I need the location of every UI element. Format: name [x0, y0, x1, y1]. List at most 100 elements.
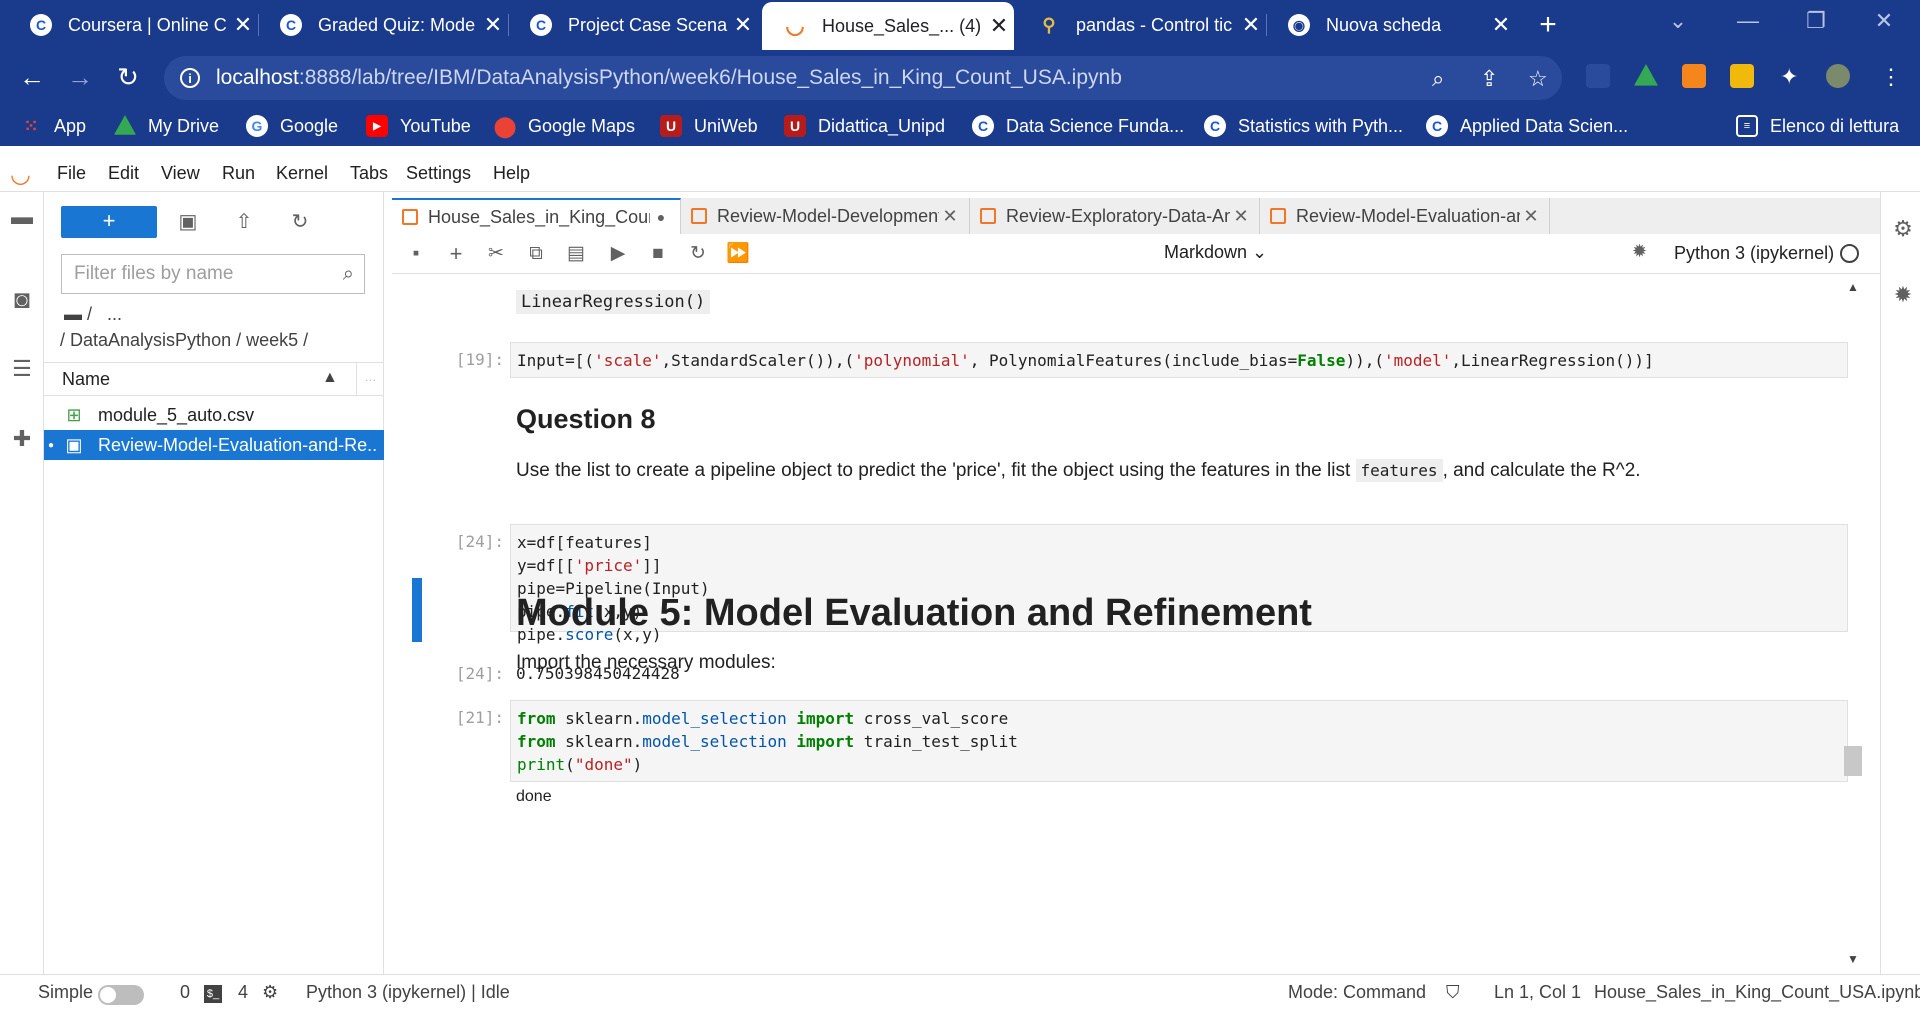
bookmark-google-maps[interactable]: ⬤ Google Maps [494, 112, 635, 140]
code-cell-input[interactable]: Input=[('scale',StandardScaler()),('poly… [510, 342, 1848, 378]
bookmark-statistics[interactable]: C Statistics with Pyth... [1204, 112, 1403, 140]
notebook-content[interactable]: LinearRegression() [19]: Input=[('scale'… [392, 274, 1868, 974]
close-icon[interactable]: ✕ [478, 12, 508, 38]
browser-tab[interactable]: C Graded Quiz: Mode ✕ [258, 0, 508, 50]
bookmark-uniweb[interactable]: U UniWeb [660, 112, 758, 140]
folder-icon[interactable]: ▬ [64, 304, 82, 324]
close-icon[interactable]: ✕ [1230, 206, 1252, 227]
kernel-sessions-icon[interactable]: ⚙ [262, 982, 278, 1003]
bookmark-app[interactable]: ⁙ App [20, 112, 86, 140]
new-launcher-button[interactable]: + [61, 206, 157, 238]
drive-extension-icon[interactable] [1634, 64, 1658, 86]
simple-mode-toggle[interactable] [98, 985, 144, 1005]
new-folder-icon[interactable]: ▣ [172, 206, 204, 238]
bookmark-my-drive[interactable]: My Drive [114, 112, 219, 140]
stop-icon[interactable]: ■ [644, 240, 672, 268]
window-close-icon[interactable]: ✕ [1864, 8, 1904, 34]
new-tab-button[interactable]: + [1530, 8, 1566, 44]
property-inspector-icon[interactable]: ⚙ [1889, 216, 1917, 244]
menu-file[interactable]: File [57, 163, 86, 184]
debugger-icon[interactable]: ✹ [1632, 241, 1647, 262]
binance-icon[interactable] [1730, 64, 1754, 88]
share-icon[interactable]: ⇪ [1480, 66, 1498, 92]
kernel-status[interactable]: Python 3 (ipykernel) | Idle [306, 982, 510, 1003]
menu-tabs[interactable]: Tabs [350, 163, 388, 184]
upload-icon[interactable]: ⇧ [228, 206, 260, 238]
menu-help[interactable]: Help [493, 163, 530, 184]
close-icon[interactable]: ✕ [1520, 206, 1542, 227]
menu-kernel[interactable]: Kernel [276, 163, 328, 184]
browser-tab-active[interactable]: ◡ House_Sales_... (4) ✕ [762, 2, 1014, 50]
filter-files-input[interactable]: Filter files by name ⌕ [61, 254, 365, 294]
cell-type-select[interactable]: Markdown ⌄ [1164, 242, 1267, 263]
notebook-scrollbar[interactable] [1850, 276, 1866, 970]
reload-icon[interactable]: ↻ [110, 60, 146, 96]
site-info-icon[interactable]: i [180, 68, 200, 88]
metamask-icon[interactable] [1682, 64, 1706, 88]
scroll-up-icon[interactable]: ▲ [1847, 280, 1859, 294]
browser-tab[interactable]: C Project Case Scenar ✕ [508, 0, 758, 50]
menu-run[interactable]: Run [222, 163, 255, 184]
insert-cell-icon[interactable]: + [442, 240, 470, 268]
menu-edit[interactable]: Edit [108, 163, 139, 184]
bookmark-applied[interactable]: C Applied Data Scien... [1426, 112, 1628, 140]
menu-settings[interactable]: Settings [406, 163, 471, 184]
scroll-down-icon[interactable]: ▼ [1847, 952, 1859, 966]
tab-search-icon[interactable]: ⌄ [1658, 8, 1698, 34]
menu-view[interactable]: View [161, 163, 200, 184]
reading-list-button[interactable]: ≡ Elenco di lettura [1736, 112, 1899, 140]
browser-tab[interactable]: ⚲ pandas - Control tic ✕ [1016, 0, 1266, 50]
run-icon[interactable]: ▶ [604, 240, 632, 268]
close-icon[interactable]: ✕ [728, 12, 758, 38]
paste-icon[interactable]: ▤ [562, 240, 590, 268]
profile-avatar[interactable] [1826, 64, 1850, 88]
close-icon[interactable]: ✕ [1236, 12, 1266, 38]
cut-icon[interactable]: ✂ [482, 240, 510, 268]
minimize-icon[interactable]: — [1728, 8, 1768, 34]
close-icon[interactable]: ✕ [228, 12, 258, 38]
file-item[interactable]: ⊞ module_5_auto.csv [44, 400, 384, 430]
browser-tab[interactable]: C Coursera | Online C ✕ [8, 0, 258, 50]
extension-manager-icon[interactable]: ✚ [8, 426, 36, 454]
code-cell-input[interactable]: from sklearn.model_selection import cros… [510, 700, 1848, 782]
column-name[interactable]: Name [62, 369, 110, 390]
copy-icon[interactable]: ⧉ [522, 240, 550, 268]
terminal-icon[interactable]: $_ [204, 985, 222, 1003]
running-sessions-icon[interactable]: ◙ [8, 284, 36, 314]
fast-forward-icon[interactable]: ⏩ [724, 240, 752, 268]
notebook-tab-active[interactable]: House_Sales_in_King_Count_ ● [392, 198, 681, 234]
forward-icon[interactable]: → [62, 60, 98, 96]
table-of-contents-icon[interactable]: ☰ [8, 356, 36, 384]
cursor-position[interactable]: Ln 1, Col 1 [1494, 982, 1581, 1003]
save-icon[interactable]: ▪ [402, 240, 430, 268]
breadcrumb-path[interactable]: / DataAnalysisPython / week5 / [60, 330, 308, 351]
url-input[interactable]: i localhost:8888/lab/tree/IBM/DataAnalys… [164, 56, 1562, 100]
bookmark-didattica[interactable]: U Didattica_Unipd [784, 112, 945, 140]
refresh-icon[interactable]: ↻ [284, 206, 316, 238]
notebook-tab[interactable]: Review-Exploratory-Data-An ✕ [970, 198, 1260, 234]
column-more-icon[interactable]: … [356, 363, 384, 395]
scrollbar-thumb[interactable] [1844, 746, 1862, 776]
unsaved-dot-icon[interactable]: ● [650, 209, 672, 225]
bookmark-youtube[interactable]: ▶ YouTube [366, 112, 471, 140]
notebook-tab[interactable]: Review-Model-Evaluation-an ✕ [1260, 198, 1550, 234]
breadcrumb-root[interactable]: / [87, 304, 92, 324]
notebook-tab[interactable]: Review-Model-Development ✕ [681, 198, 970, 234]
breadcrumb-more[interactable]: ... [107, 304, 122, 324]
zoom-icon[interactable]: ⌕ [1432, 66, 1444, 92]
browser-tab[interactable]: ◉ Nuova scheda ✕ [1266, 0, 1516, 50]
file-item-selected[interactable]: ● ▣ Review-Model-Evaluation-and-Re... [44, 430, 384, 460]
bookmark-star-icon[interactable]: ☆ [1528, 66, 1548, 92]
kernel-name[interactable]: Python 3 (ipykernel) [1674, 243, 1834, 264]
extension-icon[interactable] [1586, 64, 1610, 88]
debugger-panel-icon[interactable]: ✹ [1889, 282, 1917, 310]
restore-icon[interactable]: ❐ [1796, 8, 1836, 34]
restart-icon[interactable]: ↻ [684, 240, 712, 268]
close-icon[interactable]: ✕ [984, 13, 1014, 39]
extensions-puzzle-icon[interactable]: ✦ [1780, 64, 1798, 90]
back-icon[interactable]: ← [14, 60, 50, 96]
bookmark-data-science[interactable]: C Data Science Funda... [972, 112, 1184, 140]
folder-icon[interactable]: ▬ [8, 204, 36, 232]
close-icon[interactable]: ✕ [939, 206, 961, 227]
sort-ascending-icon[interactable]: ▲ [322, 369, 338, 387]
